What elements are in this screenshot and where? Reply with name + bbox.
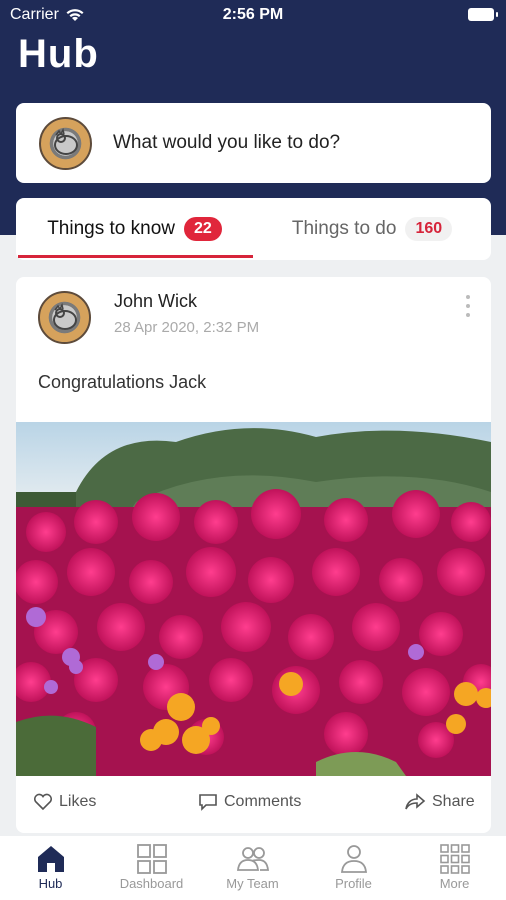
- team-icon: [236, 847, 269, 871]
- page-title: Hub: [18, 32, 99, 76]
- share-icon: [405, 793, 426, 810]
- avatar: [39, 116, 92, 170]
- share-button[interactable]: Share: [404, 793, 475, 811]
- nav-my-team[interactable]: My Team: [202, 842, 303, 891]
- post-timestamp: 28 Apr 2020, 2:32 PM: [114, 319, 260, 336]
- tab-label: Things to do: [291, 218, 397, 239]
- tab-things-to-do[interactable]: Things to do 160: [253, 198, 491, 260]
- nav-label: Profile: [335, 876, 372, 891]
- rooster-logo-icon: [53, 127, 78, 155]
- profile-icon: [340, 845, 367, 873]
- heart-icon: [33, 793, 53, 811]
- nav-dashboard[interactable]: Dashboard: [101, 842, 202, 891]
- grid-icon: [439, 844, 470, 874]
- status-time: 2:56 PM: [222, 6, 284, 23]
- nav-hub[interactable]: Hub: [0, 842, 101, 891]
- nav-label: More: [439, 876, 470, 891]
- post-message: Congratulations Jack: [38, 372, 207, 392]
- comment-label: Comments: [224, 793, 302, 810]
- home-icon: [37, 846, 64, 872]
- status-bar: Carrier 2:56 PM: [0, 0, 506, 30]
- comment-icon: [199, 794, 217, 811]
- count-badge: 160: [405, 217, 453, 241]
- share-label: Share: [432, 793, 475, 810]
- bottom-tab-bar: Hub Dashboard My Team Profile More: [0, 836, 506, 900]
- nav-label: Hub: [38, 876, 63, 891]
- tab-things-to-know[interactable]: Things to know 22: [16, 198, 253, 260]
- tab-label: Things to know: [47, 218, 175, 239]
- post-author[interactable]: John Wick: [114, 291, 197, 312]
- nav-label: My Team: [226, 876, 279, 891]
- nav-more[interactable]: More: [404, 842, 505, 891]
- author-avatar[interactable]: [38, 291, 91, 344]
- count-badge: 22: [184, 217, 222, 241]
- action-prompt-text: What would you like to do?: [113, 132, 341, 153]
- feed-post: John Wick 28 Apr 2020, 2:32 PM Congratul…: [16, 277, 491, 833]
- like-button[interactable]: Likes: [33, 793, 96, 811]
- comment-button[interactable]: Comments: [198, 793, 301, 811]
- feed-tabs: Things to know 22 Things to do 160: [16, 198, 491, 260]
- nav-label: Dashboard: [119, 876, 184, 891]
- rooster-logo-icon: [52, 302, 77, 330]
- post-actions: Likes Comments Share: [16, 776, 491, 833]
- dashboard-icon: [136, 844, 167, 874]
- like-label: Likes: [59, 793, 97, 810]
- more-options-icon[interactable]: [463, 295, 473, 317]
- flower-field-photo[interactable]: [16, 422, 491, 776]
- action-prompt-bar[interactable]: What would you like to do?: [16, 103, 491, 183]
- battery-icon: [468, 8, 498, 21]
- nav-profile[interactable]: Profile: [303, 842, 404, 891]
